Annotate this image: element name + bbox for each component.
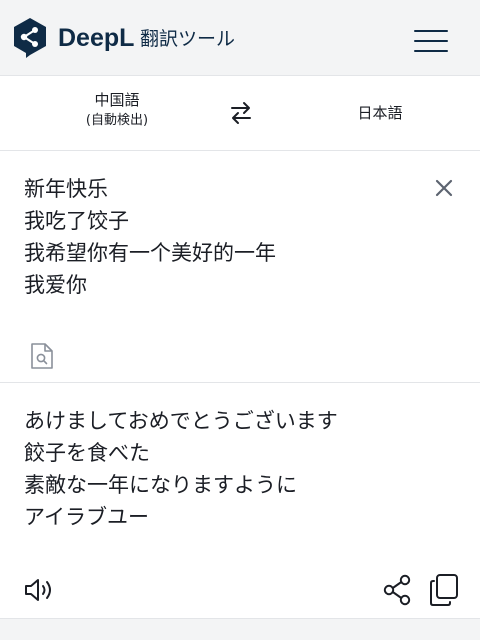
copy-icon[interactable]: [428, 573, 460, 607]
translation-text-area[interactable]: あけましておめでとうございます 餃子を食べた 素敵な一年になりますように アイラ…: [24, 405, 464, 533]
source-line: 我爱你: [24, 273, 87, 297]
source-language-selector[interactable]: 中国語 (自動検出): [42, 89, 192, 131]
source-text-area[interactable]: 新年快乐 我吃了饺子 我希望你有一个美好的一年 我爱你: [24, 173, 424, 301]
app-header: DeepL 翻訳ツール: [0, 0, 480, 76]
hamburger-menu-icon[interactable]: [414, 30, 448, 52]
source-language-label: 中国語: [94, 91, 140, 109]
auto-detect-label: (自動検出): [85, 113, 149, 128]
target-language-selector[interactable]: 日本語: [320, 102, 440, 124]
brand-name: DeepL: [58, 24, 135, 52]
source-line: 我吃了饺子: [24, 209, 129, 233]
dictionary-search-icon[interactable]: [30, 342, 54, 370]
share-icon[interactable]: [382, 574, 412, 606]
translation-line: あけましておめでとうございます: [24, 409, 338, 433]
close-icon[interactable]: [434, 178, 454, 198]
source-line: 新年快乐: [24, 177, 108, 201]
speaker-icon[interactable]: [23, 575, 55, 605]
language-selector-bar: 中国語 (自動検出) 日本語: [0, 76, 480, 151]
translation-line: アイラブユー: [24, 505, 149, 529]
deepl-logo-icon[interactable]: [12, 17, 48, 59]
translation-line: 素敵な一年になりますように: [24, 473, 297, 497]
source-text-panel[interactable]: 新年快乐 我吃了饺子 我希望你有一个美好的一年 我爱你: [0, 151, 480, 383]
swap-arrows-icon[interactable]: [228, 100, 254, 126]
brand-subtitle: 翻訳ツール: [140, 28, 236, 50]
bottom-divider: [0, 618, 480, 640]
translation-line: 餃子を食べた: [24, 441, 150, 465]
source-line: 我希望你有一个美好的一年: [24, 241, 276, 265]
translation-panel: あけましておめでとうございます 餃子を食べた 素敵な一年になりますように アイラ…: [0, 384, 480, 618]
